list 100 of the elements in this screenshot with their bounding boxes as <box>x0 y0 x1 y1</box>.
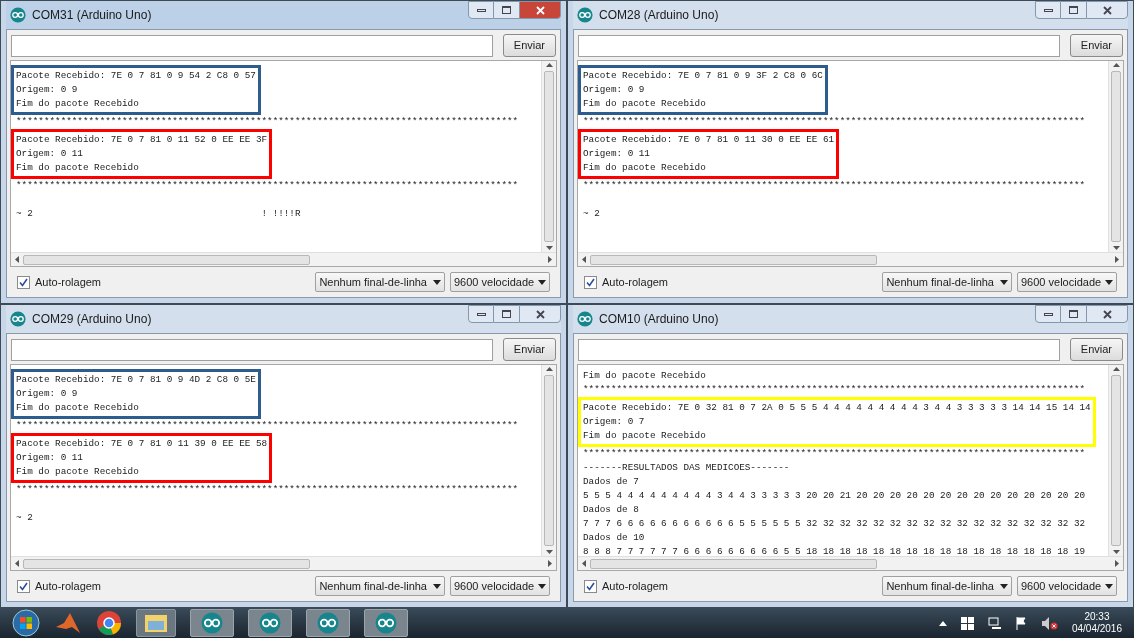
up-arrow-icon[interactable] <box>938 620 947 626</box>
browser-icon[interactable] <box>96 610 122 636</box>
scrollbar-thumb[interactable] <box>544 71 554 242</box>
scrollbar-thumb[interactable] <box>590 254 877 265</box>
right-arrow-icon <box>548 560 552 567</box>
output-line: Fim do pacote Recebido <box>583 429 707 443</box>
minimize-button[interactable] <box>1035 1 1061 19</box>
send-button[interactable]: Enviar <box>502 338 556 361</box>
minimize-button[interactable] <box>468 305 494 323</box>
infinity-logo-icon <box>259 612 281 634</box>
output-line: Fim do pacote Recebido <box>16 161 140 175</box>
close-icon <box>1102 309 1112 319</box>
output-line: ****************************************************************************************** <box>16 115 520 129</box>
caret-icon <box>1000 583 1008 589</box>
serial-monitor-taskbar-button[interactable] <box>364 609 408 637</box>
message-input-field[interactable] <box>11 338 493 361</box>
close-button[interactable] <box>1086 305 1128 323</box>
network-icon[interactable] <box>987 616 1002 630</box>
vertical-scrollbar[interactable] <box>541 365 556 556</box>
vertical-scrollbar[interactable] <box>1108 61 1123 252</box>
horizontal-scrollbar[interactable] <box>578 252 1123 266</box>
clock[interactable]: 20:33 04/04/2016 <box>1071 611 1122 635</box>
scrollbar-thumb[interactable] <box>23 558 310 569</box>
maximize-button[interactable] <box>1061 1 1086 19</box>
caret-icon <box>1000 279 1008 285</box>
folder-icon <box>144 613 168 633</box>
output-line: Fim do pacote Recebido <box>16 401 140 415</box>
vertical-scrollbar[interactable] <box>1108 365 1123 556</box>
peak-shape-icon[interactable] <box>54 611 82 635</box>
message-input-field[interactable] <box>578 338 1060 361</box>
send-button[interactable]: Enviar <box>1069 338 1123 361</box>
line-ending-dropdown[interactable]: Nenhum final-de-linha <box>315 272 445 292</box>
close-button[interactable] <box>519 1 561 19</box>
baud-rate-dropdown[interactable]: 9600 velocidade <box>1017 576 1117 596</box>
close-button[interactable] <box>519 305 561 323</box>
infinity-logo-icon <box>577 7 593 23</box>
checkbox[interactable] <box>584 579 597 593</box>
left-arrow-icon <box>15 256 19 263</box>
maximize-button[interactable] <box>494 305 519 323</box>
serial-monitor-taskbar-button[interactable] <box>190 609 234 637</box>
checkbox[interactable] <box>17 275 30 289</box>
caret-icon <box>433 279 441 285</box>
scrollbar-thumb[interactable] <box>590 558 877 569</box>
output-line: Pacote Recebido: 7E 0 7 81 0 9 54 2 C8 0 57 <box>16 69 256 83</box>
baud-rate-dropdown[interactable]: 9600 velocidade <box>450 272 550 292</box>
output-line: Fim do pacote Recebido <box>583 161 707 175</box>
check-icon <box>586 277 595 287</box>
close-icon <box>535 309 545 319</box>
output-line: Pacote Recebido: 7E 0 32 81 0 7 2A 0 5 5 5 4 4 4 4 4 4 4 4 4 3 4 4 3 3 3 3 3 14 14 15 14 14 <box>583 401 1091 415</box>
baud-rate-dropdown[interactable]: 9600 velocidade <box>1017 272 1117 292</box>
start-orb-icon[interactable] <box>12 609 40 637</box>
scrollbar-thumb[interactable] <box>23 254 310 265</box>
output-line: Pacote Recebido: 7E 0 7 81 0 9 3F 2 C8 0 6C <box>583 69 823 83</box>
scrollbar-thumb[interactable] <box>544 375 554 546</box>
serial-monitor-taskbar-button[interactable] <box>306 609 350 637</box>
scrollbar-thumb[interactable] <box>1111 375 1121 546</box>
output-line: Pacote Recebido: 7E 0 7 81 0 11 30 0 EE EE 61 <box>583 133 835 147</box>
maximize-icon <box>502 6 511 14</box>
maximize-button[interactable] <box>494 1 519 19</box>
checkbox[interactable] <box>17 579 30 593</box>
muted-speaker-icon[interactable] <box>1041 616 1058 630</box>
minimize-icon <box>1043 312 1053 316</box>
output-line: Origem: 0 11 <box>583 147 651 161</box>
horizontal-scrollbar[interactable] <box>11 252 556 266</box>
output-line: Origem: 0 9 <box>583 83 646 97</box>
line-ending-dropdown[interactable]: Nenhum final-de-linha <box>882 576 1012 596</box>
serial-monitor-taskbar-button[interactable] <box>248 609 292 637</box>
output-line: ~ 2 ! !!!!R <box>16 207 302 221</box>
infinity-logo-icon <box>10 311 26 327</box>
message-input-field[interactable] <box>11 34 493 57</box>
close-button[interactable] <box>1086 1 1128 19</box>
message-input-field[interactable] <box>578 34 1060 57</box>
output-line: Dados de 10 <box>583 531 646 545</box>
minimize-button[interactable] <box>1035 305 1061 323</box>
send-button[interactable]: Enviar <box>502 34 556 57</box>
line-ending-dropdown[interactable]: Nenhum final-de-linha <box>315 576 445 596</box>
windows-logo-icon[interactable] <box>960 616 974 630</box>
up-arrow-icon <box>545 367 553 371</box>
infinity-logo-icon <box>577 311 593 327</box>
output-line: Pacote Recebido: 7E 0 7 81 0 9 4D 2 C8 0 5E <box>16 373 256 387</box>
vertical-scrollbar[interactable] <box>541 61 556 252</box>
folder-taskbar-button[interactable] <box>136 609 176 637</box>
output-line: Pacote Recebido: 7E 0 7 81 0 11 39 0 EE EE 58 <box>16 437 268 451</box>
caret-icon <box>1105 583 1113 589</box>
maximize-button[interactable] <box>1061 305 1086 323</box>
line-ending-dropdown[interactable]: Nenhum final-de-linha <box>882 272 1012 292</box>
output-line: Origem: 0 9 <box>16 83 79 97</box>
send-button[interactable]: Enviar <box>1069 34 1123 57</box>
infinity-logo-icon <box>317 612 339 634</box>
checkbox[interactable] <box>584 275 597 289</box>
horizontal-scrollbar[interactable] <box>11 556 556 570</box>
scrollbar-thumb[interactable] <box>1111 71 1121 242</box>
output-line: Pacote Recebido: 7E 0 7 81 0 11 52 0 EE EE 3F <box>16 133 268 147</box>
baud-rate-dropdown[interactable]: 9600 velocidade <box>450 576 550 596</box>
checkbox-label: Auto-rolagem <box>602 274 670 290</box>
maximize-icon <box>1069 6 1078 14</box>
minimize-button[interactable] <box>468 1 494 19</box>
flag-icon[interactable] <box>1015 616 1028 630</box>
horizontal-scrollbar[interactable] <box>578 556 1123 570</box>
close-icon <box>535 5 545 15</box>
